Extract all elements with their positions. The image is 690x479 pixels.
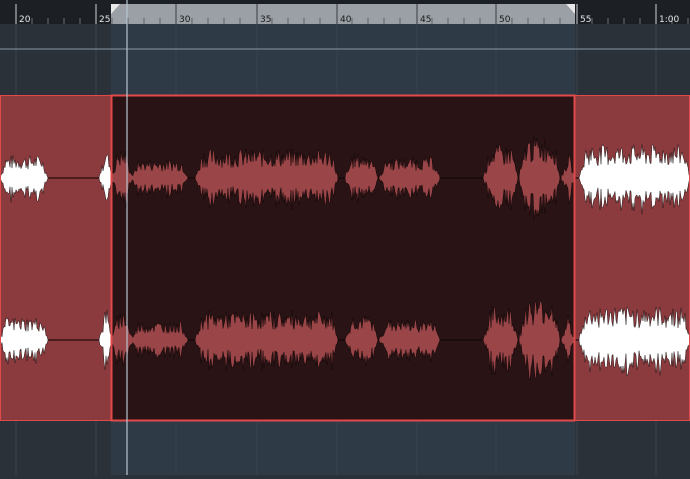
ruler-label: 1:00 [659,15,679,25]
ruler-label: 20 [19,15,31,25]
audio-clip-left[interactable] [0,95,112,421]
ruler-label: 50 [499,15,511,25]
ruler-label: 35 [260,15,271,25]
audio-clip-right[interactable] [575,95,690,421]
ruler-label: 30 [179,15,191,25]
ruler-label: 40 [340,15,352,25]
ruler-label: 45 [420,15,431,25]
audio-event[interactable] [0,94,690,422]
ruler-label: 25 [99,15,110,25]
audio-clip-selected-range[interactable] [112,95,575,421]
ruler-label: 55 [580,15,591,25]
arrange-window: 20 25 30 35 40 45 50 55 1:00 [0,0,690,475]
